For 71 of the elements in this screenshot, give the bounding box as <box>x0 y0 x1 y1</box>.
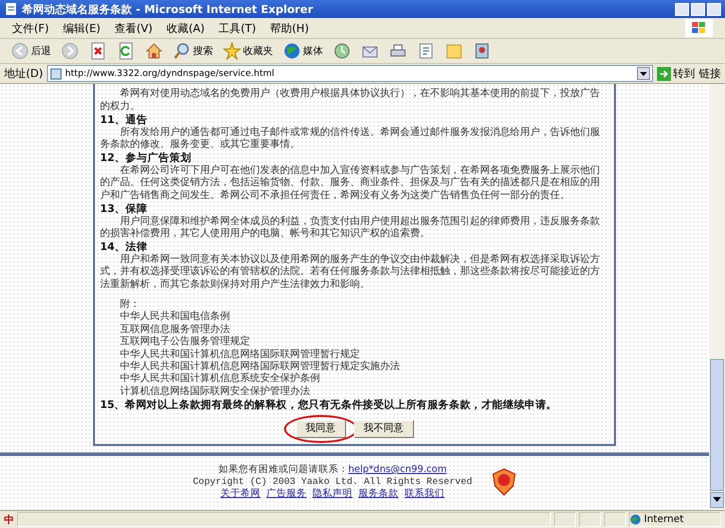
section-heading: 12、参与广告策划 <box>100 152 193 164</box>
toolbar-button[interactable]: 收藏夹 <box>220 41 276 61</box>
menu-item[interactable]: 帮助(H) <box>270 20 309 36</box>
agreement-button[interactable]: 我同意 <box>296 420 346 438</box>
folder-icon <box>445 42 463 60</box>
toolbar-label: 后退 <box>31 44 51 58</box>
refresh-icon <box>117 42 135 60</box>
section-heading: 13、保障 <box>100 203 149 216</box>
window-title: 希网动态域名服务条款 - Microsoft Internet Explorer <box>22 2 313 16</box>
go-arrow-icon <box>657 66 671 80</box>
menu-item[interactable]: 编辑(E) <box>62 20 100 36</box>
ime-indicator[interactable]: 中 <box>4 512 14 526</box>
regulation-title: 互联网信息服务管理办法 <box>120 324 231 336</box>
minimize-button[interactable] <box>675 2 689 16</box>
menu-item[interactable]: 收藏(A) <box>166 20 205 36</box>
close-button[interactable] <box>707 2 721 16</box>
appendix-label: 附： <box>120 298 141 310</box>
address-label: 地址(D) <box>4 66 44 81</box>
regulation-title: 中华人民共和国计算机信息网络国际联网管理暂行规定 <box>120 348 361 360</box>
zone-label: Internet <box>644 514 684 525</box>
page-icon <box>50 68 62 80</box>
go-button[interactable]: 转到 <box>657 66 695 81</box>
email-link[interactable]: help*dns@cn99.com <box>348 464 447 475</box>
regulation-title: 互联网电子公告服务管理规定 <box>120 336 251 348</box>
footer-link[interactable]: 关于希网 <box>220 488 260 500</box>
regulation-title: 中华人民共和国计算机信息系统安全保护条例 <box>120 373 321 386</box>
status-pane <box>604 512 626 527</box>
section-heading: 14、法律 <box>100 241 149 254</box>
section-paragraph: 用户和希网一致同意有关本协议以及使用希网的服务产生的争议交由仲裁解决，但是希网有权选择采取诉讼方式，并有权选择受理该诉讼的有管辖权的法院。若有任何服务条款与法律相抵触，那这些条款将按尽可能接近的方法重新解析，而其它条款则保持对用户产生法律效力和影响。 <box>100 254 601 291</box>
regulation-title: 中华人民共和国计算机信息网络国际联网管理暂行规定实施办法 <box>120 360 401 372</box>
footer-link[interactable]: 隐私声明 <box>312 488 352 500</box>
toolbar-button[interactable]: 媒体 <box>280 41 326 61</box>
section-paragraph: 希网有对使用动态域名的免费用户（收费用户根据具体协议执行），在不影响其基本使用的前提下，投放广告的权力。 <box>100 88 601 114</box>
section-paragraph: 所有发给用户的通告都可通过电子邮件或常规的信件传送。希网会通过邮件服务发报消息给用户，告诉他们服务条款的修改、服务变更、或其它重要事情。 <box>100 126 601 152</box>
scrollbar-thumb[interactable] <box>710 359 724 491</box>
copyright-text: Copyright (C) 2003 Yaako Ltd. All Rights Reserved <box>192 476 472 488</box>
star-icon <box>223 42 241 60</box>
toolbar-label: 搜索 <box>193 44 213 58</box>
section-paragraph: 在希网公司许可下用户可在他们发表的信息中加入宣传资料或参与广告策划，在希网各项免费服务上展示他们的产品。任何这类促销方法，包括运输货物、付款、服务、商业条件、担保及与广告有关的描述都只是在相应的用户和广告销售商之间发生。希网公司不承担任何责任，希网没有义务为这类广告销售负任何一部分的责任。 <box>100 164 601 202</box>
clock-icon <box>333 42 351 60</box>
menu-item[interactable]: 工具(T) <box>218 20 256 36</box>
regulation-title: 中华人民共和国电信条例 <box>120 311 231 324</box>
maximize-button[interactable] <box>691 2 705 16</box>
document-icon <box>417 42 435 60</box>
emblem-icon <box>492 468 516 496</box>
search-icon <box>173 42 191 60</box>
links-label[interactable]: 链接 <box>699 66 721 81</box>
toolbar-label: 收藏夹 <box>243 44 273 58</box>
address-field[interactable]: http://www.3322.org/dyndnspage/service.html <box>47 65 653 82</box>
toolbar-label: 媒体 <box>303 45 323 58</box>
regulation-title: 计算机信息网络国际联网安全保护管理办法 <box>120 386 311 398</box>
section-heading: 11、通告 <box>100 114 149 126</box>
agreement-button[interactable]: 我不同意 <box>354 420 414 438</box>
page-icon <box>4 2 18 16</box>
globe-icon <box>630 514 641 525</box>
home-icon <box>145 42 163 60</box>
final-clause: 15、希网对以上条款拥有最终的解释权，您只有无条件接受以上所有服务条款，才能继续申请。 <box>100 399 558 412</box>
globe-icon <box>283 42 301 60</box>
menu-item[interactable]: 文件(F) <box>12 20 49 36</box>
contact-text: 如果您有困难或问题请联系： <box>218 464 348 475</box>
section-paragraph: 用户同意保障和维护希网全体成员的利益，负责支付由用户使用超出服务范围引起的律师费用，违反服务条款的损害补偿费用，其它人使用用户的电脑、帐号和其它知识产权的追索费。 <box>100 216 601 240</box>
menu-item[interactable]: 查看(V) <box>114 20 153 36</box>
status-pane <box>554 512 576 527</box>
toolbar-button[interactable]: 后退 <box>8 41 54 61</box>
stop-icon <box>89 42 107 60</box>
windows-logo-icon <box>685 19 713 37</box>
toolbar-button[interactable]: 搜索 <box>170 41 216 61</box>
footer-link[interactable]: 广告服务 <box>266 488 306 500</box>
footer-link[interactable]: 服务条款 <box>358 488 398 500</box>
footer-link[interactable]: 联系我们 <box>404 488 444 500</box>
status-pane <box>579 512 601 527</box>
